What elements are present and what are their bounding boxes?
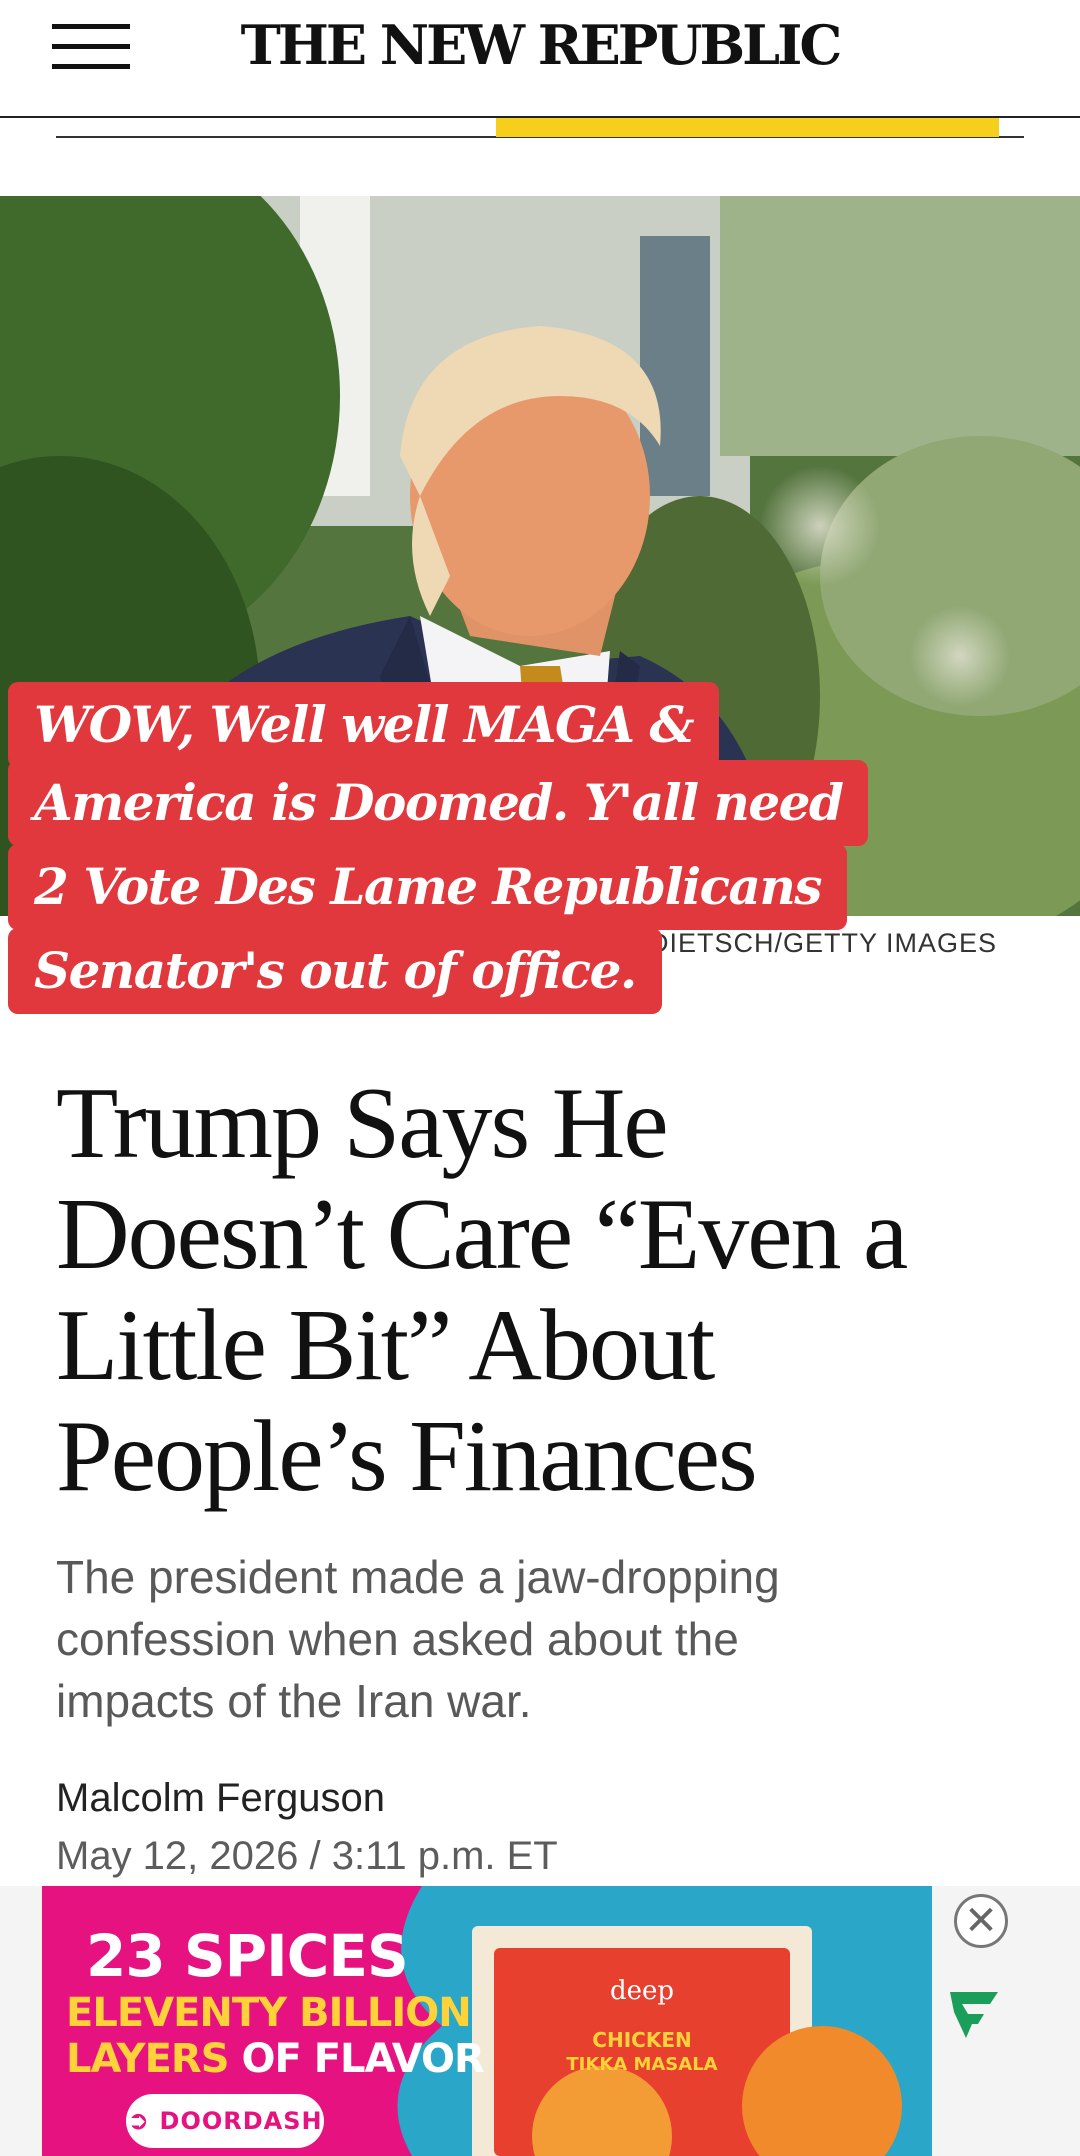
- freestar-logo-icon: [950, 1992, 998, 2038]
- product-brand: deep: [609, 1976, 675, 2006]
- overlay-text-line-4: Senator's out of office.: [8, 928, 662, 1014]
- photo-credit: N DIETSCH/GETTY IMAGES: [620, 928, 998, 958]
- hamburger-menu-icon[interactable]: [52, 22, 132, 72]
- ad-line-3a: LAYERS: [66, 2036, 230, 2082]
- headline-line: Trump Says He: [56, 1067, 669, 1180]
- headline-line: Little Bit” About: [56, 1289, 715, 1402]
- dek-line: confession when asked about the: [56, 1613, 739, 1665]
- product-name-line-2: TIKKA MASALA: [566, 2054, 718, 2075]
- dek-line: The president made a jaw-dropping: [56, 1551, 780, 1603]
- product-name-line-1: CHICKEN: [592, 2028, 692, 2052]
- doordash-logo-icon: ➲: [127, 2106, 151, 2136]
- article-headline: Trump Says He Doesn’t Care “Even a Littl…: [56, 1068, 1036, 1512]
- ad-close-button[interactable]: ✕: [954, 1894, 1008, 1948]
- ad-headline: 23 SPICES: [86, 1922, 409, 1990]
- ad-line-2: ELEVENTY BILLION: [66, 1990, 472, 2036]
- ad-network-logo-icon[interactable]: [944, 1982, 1004, 2042]
- headline-line: People’s Finances: [56, 1400, 758, 1513]
- headline-line: Doesn’t Care “Even a: [56, 1178, 908, 1291]
- overlay-text-line-2: America is Doomed. Y'all need: [8, 760, 869, 846]
- reading-progress-bar: [496, 118, 999, 137]
- ad-line-3b: OF FLAVOR: [241, 2036, 484, 2082]
- doordash-cta-label: DOORDASH: [159, 2107, 323, 2135]
- publish-date: May 12, 2026 / 3:11 p.m. ET: [56, 1834, 558, 1878]
- site-logo[interactable]: THE NEW REPUBLIC: [200, 12, 880, 78]
- doordash-ad-banner[interactable]: 23 SPICES ELEVENTY BILLION LAYERS OF FLA…: [42, 1886, 932, 2156]
- dek-line: impacts of the Iran war.: [56, 1675, 532, 1727]
- overlay-text-line-1: WOW, Well well MAGA &: [8, 682, 720, 768]
- close-icon: ✕: [964, 1898, 998, 1944]
- article-dek: The president made a jaw-dropping confes…: [56, 1546, 1016, 1732]
- doordash-cta-button[interactable]: ➲ DOORDASH: [126, 2094, 324, 2148]
- overlay-text-line-3: 2 Vote Des Lame Republicans: [8, 844, 847, 930]
- author-byline[interactable]: Malcolm Ferguson: [56, 1776, 385, 1821]
